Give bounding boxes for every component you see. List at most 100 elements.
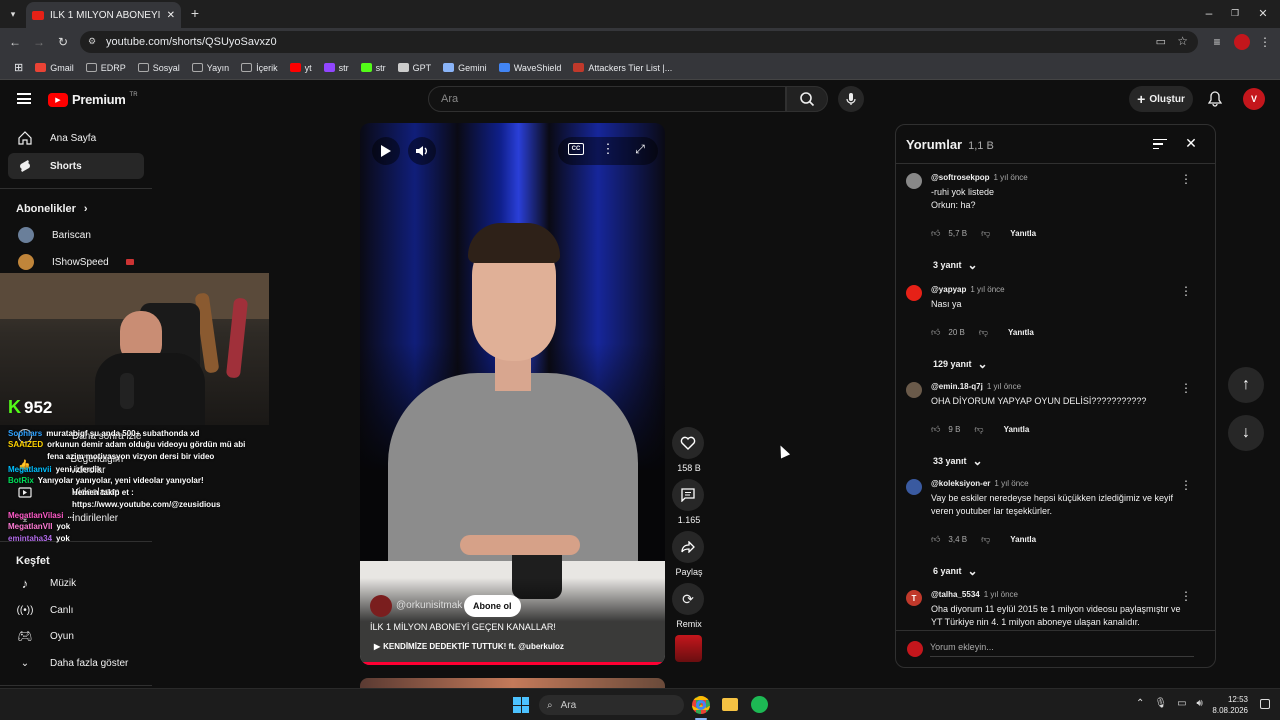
sidebar-item-show-more[interactable]: ⌄ Daha fazla göster (8, 650, 144, 676)
comment-menu-icon[interactable]: ⋮ (1180, 589, 1192, 603)
thumbs-down-icon[interactable]: 👎︎ (981, 228, 990, 239)
chrome-taskbar-icon[interactable] (692, 696, 710, 714)
file-explorer-icon[interactable] (722, 698, 738, 711)
search-button[interactable] (786, 86, 828, 112)
avatar[interactable]: T (906, 590, 922, 606)
sidebar-item-home[interactable]: Ana Sayfa (8, 125, 144, 151)
notifications-bell-icon[interactable] (1206, 90, 1224, 108)
bookmark-item[interactable]: WaveShield (493, 63, 568, 73)
browser-menu-icon[interactable]: ⋮ (1258, 35, 1272, 49)
thumbs-up-icon[interactable]: 👍︎ (931, 228, 940, 239)
volume-button[interactable] (408, 137, 436, 165)
profile-avatar[interactable] (1234, 34, 1250, 50)
tab-list-icon[interactable]: ▾ (6, 7, 20, 21)
sort-icon[interactable] (1153, 139, 1167, 149)
related-video-link[interactable]: ▶ KENDİMİZE DEDEKTİF TUTTUK! ft. @uberkul… (374, 642, 564, 651)
reply-button[interactable]: Yanıtla (1008, 328, 1034, 337)
next-video-preview[interactable] (360, 678, 665, 688)
reply-button[interactable]: Yanıtla (1010, 535, 1036, 544)
thumbs-down-icon[interactable]: 👎︎ (974, 424, 983, 435)
comments-button[interactable] (672, 479, 704, 511)
reload-icon[interactable]: ↻ (56, 35, 70, 49)
bookmark-star-icon[interactable]: ☆ (1177, 34, 1188, 48)
play-button[interactable] (372, 137, 400, 165)
bookmark-item[interactable]: İçerik (235, 63, 284, 73)
like-button[interactable] (672, 427, 704, 459)
taskbar-search[interactable]: ⌕ Ara (539, 695, 684, 715)
bookmark-item[interactable]: Attackers Tier List |... (567, 63, 678, 73)
bookmark-item[interactable]: Gmail (29, 63, 80, 73)
close-tab-icon[interactable]: ✕ (167, 10, 175, 21)
reply-button[interactable]: Yanıtla (1004, 425, 1030, 434)
sidebar-sub-bariscan[interactable]: Bariscan (8, 222, 144, 248)
comment-author[interactable]: @emin.18-q7j 1 yıl önce (931, 382, 1021, 391)
sidebar-item-shorts[interactable]: Shorts (8, 153, 144, 179)
network-icon[interactable]: ▭ (1177, 698, 1186, 709)
clock[interactable]: 12:53 8.08.2026 (1212, 694, 1248, 716)
comment-username[interactable]: @emin.18-q7j (931, 382, 983, 391)
avatar[interactable] (906, 382, 922, 398)
minimize-icon[interactable]: – (1202, 6, 1216, 20)
browser-tab[interactable]: İLK 1 MİLYON ABONEYİ GEÇEN ✕ (26, 2, 181, 28)
search-input[interactable]: Ara (428, 86, 786, 112)
bookmark-item[interactable]: EDRP (80, 63, 132, 73)
sidebar-sub-ishowspeed[interactable]: IShowSpeed (8, 249, 144, 275)
comment-username[interactable]: @talha_5534 (931, 590, 980, 599)
bookmark-item[interactable]: GPT (392, 63, 438, 73)
share-button[interactable] (672, 531, 704, 563)
progress-bar[interactable] (360, 662, 665, 665)
youtube-logo[interactable]: ▶ Premium TR (48, 92, 138, 107)
comment-author[interactable]: @talha_5534 1 yıl önce (931, 590, 1018, 599)
speaker-icon[interactable]: 🔊︎ (1197, 698, 1203, 709)
microphone-tray-icon[interactable]: 🎙︎ (1154, 698, 1167, 709)
thumbs-up-icon[interactable]: 👍︎ (931, 424, 940, 435)
tray-icons[interactable]: ⌃ 🎙︎ ▭ 🔊︎ (1136, 698, 1203, 709)
voice-search-button[interactable] (838, 86, 864, 112)
subscriptions-heading[interactable]: Abonelikler › (16, 203, 88, 215)
sound-thumbnail[interactable] (675, 635, 702, 662)
notification-center-icon[interactable] (1260, 699, 1270, 709)
comment-menu-icon[interactable]: ⋮ (1180, 381, 1192, 395)
channel-name[interactable]: @orkunisitmak (396, 600, 462, 611)
view-replies-button[interactable]: 33 yanıt ⌄ (933, 454, 983, 468)
comment-username[interactable]: @yapyap (931, 285, 966, 294)
view-replies-button[interactable]: 129 yanıt ⌄ (933, 357, 988, 371)
captions-icon[interactable]: CC (568, 143, 584, 155)
comment-author[interactable]: @softrosekpop 1 yıl önce (931, 173, 1028, 182)
close-window-icon[interactable]: ✕ (1256, 6, 1270, 20)
view-replies-button[interactable]: 3 yanıt ⌄ (933, 258, 978, 272)
bookmark-item[interactable]: str (318, 63, 355, 73)
shorts-video-player[interactable]: CC ⋮ ⤢ @orkunisitmak Abone ol İLK 1 MİLY… (360, 123, 665, 665)
avatar[interactable] (906, 479, 922, 495)
chevron-up-icon[interactable]: ⌃ (1136, 698, 1144, 709)
install-app-icon[interactable]: ▭ (1156, 35, 1166, 48)
start-button[interactable] (513, 697, 529, 713)
fullscreen-icon[interactable]: ⤢ (632, 141, 648, 157)
bookmark-item[interactable]: Gemini (437, 63, 493, 73)
sidebar-item-music[interactable]: ♪ Müzik (8, 570, 144, 596)
subscribe-button[interactable]: Abone ol (464, 595, 521, 617)
apps-grid-icon[interactable]: ⊞ (8, 61, 29, 74)
next-short-button[interactable]: ↓ (1228, 415, 1264, 451)
thumbs-down-icon[interactable]: 👎︎ (979, 327, 988, 338)
hamburger-menu-icon[interactable] (17, 93, 31, 104)
more-options-icon[interactable]: ⋮ (601, 141, 615, 157)
new-tab-icon[interactable]: + (188, 5, 202, 21)
avatar[interactable] (906, 173, 922, 189)
maximize-icon[interactable]: ❐ (1228, 6, 1242, 20)
sidebar-item-live[interactable]: ((•)) Canlı (8, 597, 144, 623)
back-icon[interactable]: ← (8, 35, 22, 49)
account-avatar[interactable]: V (1243, 88, 1265, 110)
comment-menu-icon[interactable]: ⋮ (1180, 478, 1192, 492)
comment-menu-icon[interactable]: ⋮ (1180, 172, 1192, 186)
site-info-icon[interactable]: ⚙ (88, 36, 96, 47)
thumbs-down-icon[interactable]: 👎︎ (981, 534, 990, 545)
comment-author[interactable]: @yapyap 1 yıl önce (931, 285, 1005, 294)
thumbs-up-icon[interactable]: 👍︎ (931, 534, 940, 545)
add-comment-input[interactable]: Yorum ekleyin... (930, 637, 1194, 657)
bookmark-item[interactable]: yt (284, 63, 318, 73)
avatar[interactable] (906, 285, 922, 301)
bookmark-item[interactable]: str (355, 63, 392, 73)
comment-username[interactable]: @softrosekpop (931, 173, 989, 182)
channel-avatar[interactable] (370, 595, 392, 617)
